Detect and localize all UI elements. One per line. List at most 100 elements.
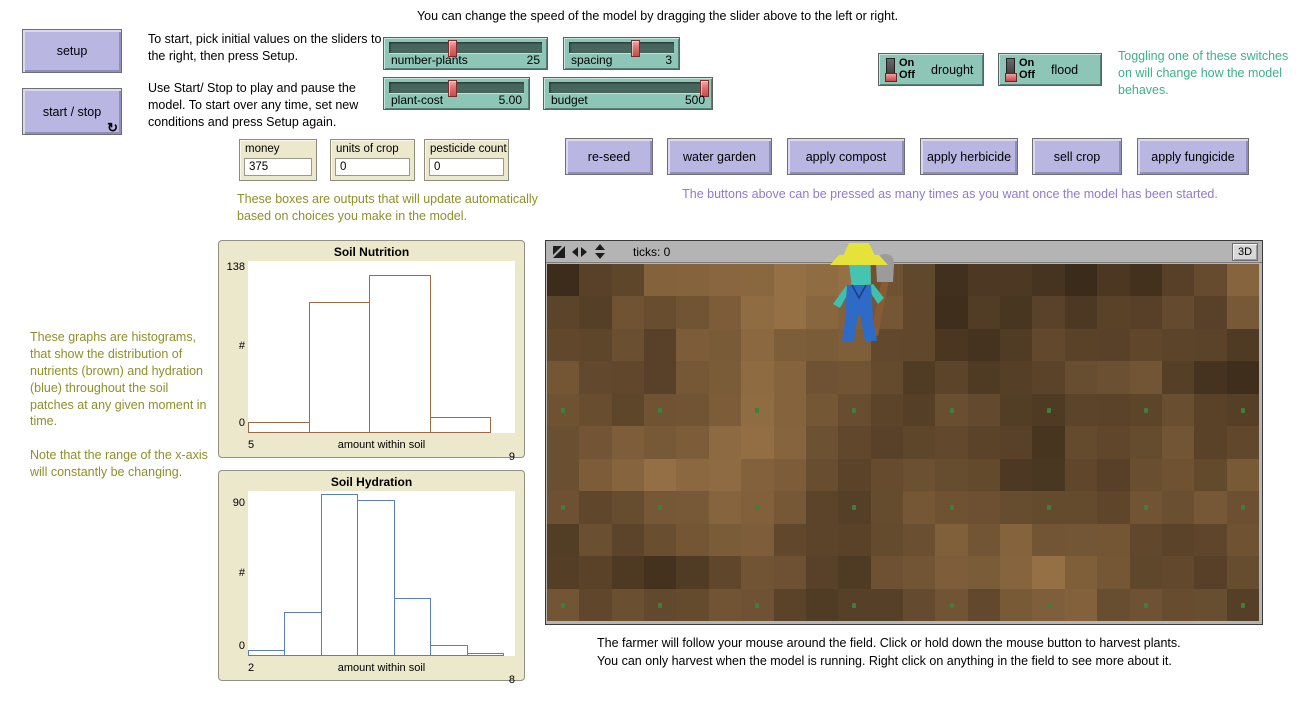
- soil-patch: [547, 556, 579, 588]
- switch-track[interactable]: [886, 58, 895, 82]
- switch-handle[interactable]: [885, 73, 897, 82]
- monitor-value: 0: [429, 158, 504, 176]
- soil-patch: [547, 524, 579, 556]
- soil-patch: [1130, 329, 1162, 361]
- sell-crop-button[interactable]: sell crop: [1032, 138, 1122, 175]
- soil-patch: [1194, 426, 1226, 458]
- soil-patch: [774, 329, 806, 361]
- soil-patch: [1227, 361, 1259, 393]
- soil-patch: [741, 361, 773, 393]
- plant-sprout: [1241, 603, 1245, 608]
- soil-patch: [935, 296, 967, 328]
- y-axis-max-label: 90: [221, 497, 245, 509]
- y-axis-label: #: [221, 340, 245, 352]
- apply-herbicide-button[interactable]: apply herbicide: [920, 138, 1018, 175]
- spacing-slider[interactable]: spacing 3: [563, 37, 680, 70]
- soil-patch: [935, 556, 967, 588]
- soil-patch: [1065, 524, 1097, 556]
- apply-compost-button[interactable]: apply compost: [787, 138, 905, 175]
- plant-sprout: [561, 603, 565, 608]
- soil-patch: [903, 394, 935, 426]
- drought-switch[interactable]: On Off drought: [878, 53, 984, 86]
- soil-patch: [579, 264, 611, 296]
- plant-sprout: [1047, 505, 1051, 510]
- units-of-crop-monitor: units of crop 0: [330, 139, 415, 181]
- switch-name: drought: [931, 63, 973, 77]
- slider-label: spacing: [571, 53, 612, 67]
- start-stop-button[interactable]: start / stop ↻: [22, 88, 122, 135]
- re-seed-button[interactable]: re-seed: [565, 138, 653, 175]
- soil-patch: [1227, 426, 1259, 458]
- soil-patch: [806, 361, 838, 393]
- soil-patch: [871, 491, 903, 523]
- soil-patch: [676, 329, 708, 361]
- soil-patch: [968, 329, 1000, 361]
- plant-sprout: [658, 603, 662, 608]
- histogram-bar: [430, 645, 467, 655]
- plant-cost-slider[interactable]: plant-cost 5.00: [383, 77, 530, 110]
- plot-area: [248, 261, 515, 433]
- world-view: ticks: 0 3D: [545, 240, 1263, 625]
- soil-patch: [903, 426, 935, 458]
- soil-patch: [1130, 459, 1162, 491]
- switch-on-label: On: [1019, 57, 1034, 69]
- soil-patch: [644, 426, 676, 458]
- soil-patch: [741, 264, 773, 296]
- soil-patch: [1065, 329, 1097, 361]
- soil-patch: [579, 329, 611, 361]
- switch-track[interactable]: [1006, 58, 1015, 82]
- soil-patch: [871, 426, 903, 458]
- plant-sprout: [852, 603, 856, 608]
- soil-patch: [968, 524, 1000, 556]
- histograms-note-paragraph-2: Note that the range of the x-axis will c…: [30, 447, 210, 481]
- switch-handle[interactable]: [1005, 73, 1017, 82]
- number-plants-slider[interactable]: number-plants 25: [383, 37, 548, 70]
- soil-patch: [1162, 394, 1194, 426]
- soil-field[interactable]: [547, 264, 1259, 621]
- plant-sprout: [852, 408, 856, 413]
- soil-patch: [806, 394, 838, 426]
- soil-patch: [774, 459, 806, 491]
- soil-patch: [741, 329, 773, 361]
- soil-patch: [1194, 329, 1226, 361]
- x-axis-min-label: 2: [248, 662, 254, 674]
- soil-patch: [579, 589, 611, 621]
- soil-patch: [1130, 524, 1162, 556]
- x-axis-row: 5 amount within soil 9: [248, 439, 515, 451]
- button-label: apply herbicide: [927, 150, 1011, 164]
- switch-note: Toggling one of these switches on will c…: [1118, 48, 1298, 99]
- vertical-arrows-icon[interactable]: [593, 244, 607, 259]
- soil-patch: [612, 524, 644, 556]
- soil-patch: [709, 459, 741, 491]
- soil-patch: [709, 264, 741, 296]
- soil-patch: [774, 361, 806, 393]
- soil-patch: [1000, 329, 1032, 361]
- soil-patch: [774, 491, 806, 523]
- view-note-line-1: The farmer will follow your mouse around…: [597, 634, 1297, 652]
- forever-loop-icon: ↻: [107, 121, 118, 134]
- soil-patch: [935, 426, 967, 458]
- soil-patch: [1130, 296, 1162, 328]
- soil-patch: [1162, 589, 1194, 621]
- view-resize-icon[interactable]: [552, 245, 566, 259]
- soil-patch: [871, 296, 903, 328]
- soil-patch: [547, 426, 579, 458]
- budget-slider[interactable]: budget 500: [543, 77, 713, 110]
- water-garden-button[interactable]: water garden: [667, 138, 772, 175]
- horizontal-arrows-icon[interactable]: [572, 245, 587, 259]
- soil-patch: [1000, 394, 1032, 426]
- soil-patch: [1097, 264, 1129, 296]
- soil-patch: [676, 361, 708, 393]
- view-3d-button[interactable]: 3D: [1232, 243, 1258, 261]
- setup-button[interactable]: setup: [22, 29, 122, 73]
- flood-switch[interactable]: On Off flood: [998, 53, 1102, 86]
- soil-patch: [579, 361, 611, 393]
- button-label: sell crop: [1054, 150, 1101, 164]
- pesticide-count-monitor: pesticide count 0: [424, 139, 509, 181]
- setup-instructions: To start, pick initial values on the sli…: [148, 31, 388, 130]
- soil-patch: [579, 296, 611, 328]
- soil-patch: [644, 524, 676, 556]
- soil-patch: [709, 556, 741, 588]
- soil-patch: [1032, 556, 1064, 588]
- apply-fungicide-button[interactable]: apply fungicide: [1137, 138, 1249, 175]
